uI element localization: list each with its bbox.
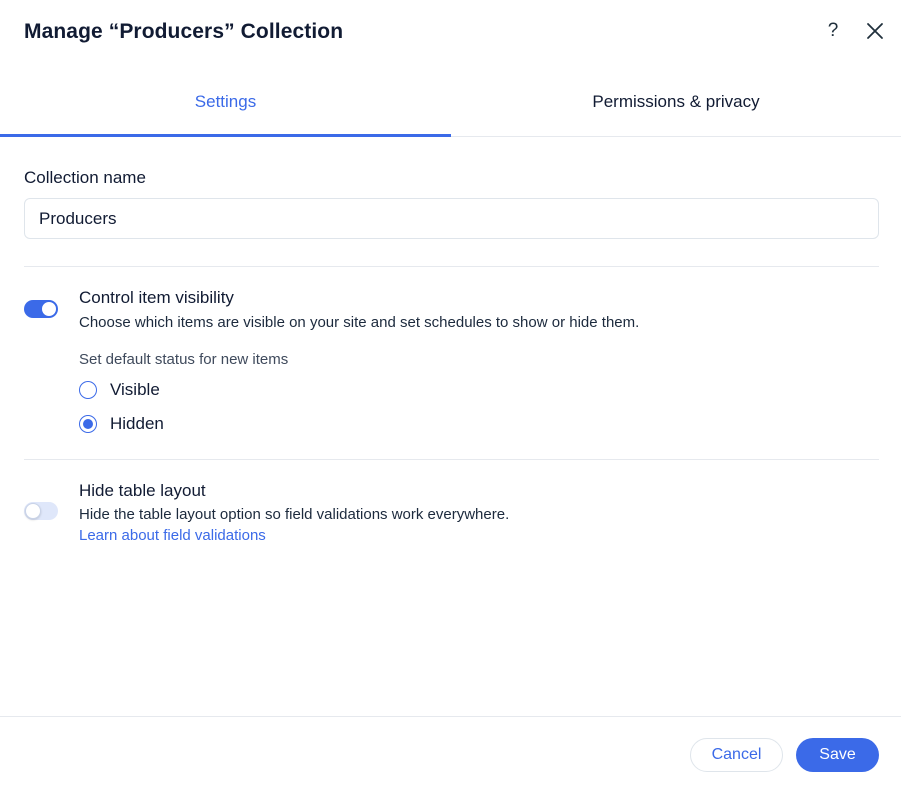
radio-hidden-label: Hidden <box>110 414 164 433</box>
divider <box>24 459 879 460</box>
save-button[interactable]: Save <box>796 738 879 772</box>
tab-bar: Settings Permissions & privacy <box>0 70 901 137</box>
close-icon <box>867 23 883 39</box>
help-button[interactable]: ? <box>822 18 844 44</box>
tab-settings[interactable]: Settings <box>0 70 451 137</box>
close-button[interactable] <box>864 20 886 42</box>
toggle-knob <box>41 301 57 317</box>
radio-hidden-indicator[interactable] <box>79 415 97 433</box>
collection-name-label: Collection name <box>24 168 146 187</box>
radio-visible-indicator[interactable] <box>79 381 97 399</box>
learn-field-validations-link[interactable]: Learn about field validations <box>79 527 266 544</box>
footer-divider <box>0 716 901 717</box>
control-visibility-toggle[interactable] <box>24 300 58 318</box>
tab-permissions-privacy[interactable]: Permissions & privacy <box>451 70 901 135</box>
control-visibility-title: Control item visibility <box>79 288 234 307</box>
control-visibility-description: Choose which items are visible on your s… <box>79 314 640 331</box>
default-status-label: Set default status for new items <box>79 351 289 368</box>
divider <box>24 266 879 267</box>
collection-name-input[interactable] <box>24 198 879 239</box>
hide-table-layout-description: Hide the table layout option so field va… <box>79 506 510 523</box>
radio-visible-label: Visible <box>110 380 160 399</box>
toggle-knob <box>25 503 41 519</box>
manage-collection-dialog: Manage “Producers” Collection ? Settings… <box>0 0 901 787</box>
hide-table-layout-toggle[interactable] <box>24 502 58 520</box>
dialog-title: Manage “Producers” Collection <box>24 20 344 43</box>
hide-table-layout-title: Hide table layout <box>79 481 206 500</box>
help-icon: ? <box>827 20 839 41</box>
cancel-button[interactable]: Cancel <box>690 738 783 772</box>
